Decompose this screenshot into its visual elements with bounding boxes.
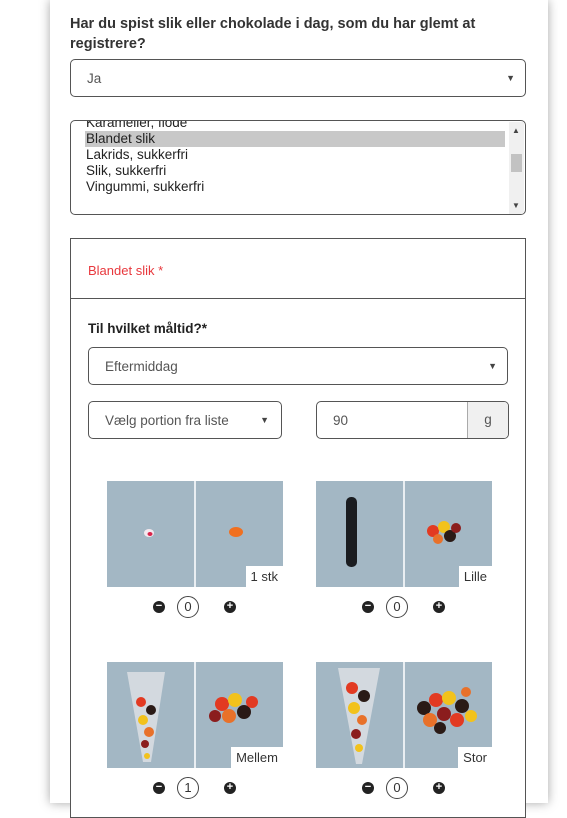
photo-divider (194, 481, 196, 587)
portion-photo[interactable]: Mellem (107, 662, 283, 768)
amount-input[interactable]: 90 g (316, 401, 509, 439)
scroll-thumb[interactable] (511, 154, 522, 172)
portion-photo[interactable]: 1 stk (107, 481, 283, 587)
meal-select-value: Eftermiddag (105, 359, 178, 374)
panel-header: Blandet slik * (71, 239, 525, 299)
panel-title: Blandet slik * (88, 263, 164, 278)
portion-card-lille[interactable]: Lille − 0 + (316, 481, 492, 618)
portion-select-value: Vælg portion fra liste (105, 413, 229, 428)
list-item[interactable]: Lakrids, sukkerfri (85, 147, 505, 163)
chevron-down-icon: ▼ (506, 73, 515, 83)
chevron-down-icon: ▼ (488, 361, 497, 371)
photo-divider (403, 662, 405, 768)
amount-unit: g (467, 402, 508, 438)
minus-icon[interactable]: − (362, 601, 374, 613)
minus-icon[interactable]: − (153, 782, 165, 794)
chevron-down-icon: ▼ (260, 415, 269, 425)
scroll-up-icon[interactable]: ▲ (512, 126, 520, 135)
quantity-stepper: − 0 + (316, 777, 492, 799)
plus-icon[interactable]: + (433, 782, 445, 794)
photo-divider (403, 481, 405, 587)
portion-size-label: Lille (458, 566, 492, 587)
portion-select[interactable]: Vælg portion fra liste ▼ (88, 401, 282, 439)
list-item[interactable]: Vingummi, sukkerfri (85, 179, 505, 195)
portion-card-mellem[interactable]: Mellem − 1 + (107, 662, 283, 799)
portion-count: 0 (386, 777, 408, 799)
portion-card-1stk[interactable]: 1 stk − 0 + (107, 481, 283, 618)
portion-size-label: 1 stk (245, 566, 283, 587)
portion-size-label: Stor (458, 747, 492, 768)
meal-label: Til hvilket måltid?* (88, 321, 208, 336)
list-item[interactable]: Slik, sukkerfri (85, 163, 505, 179)
answer-select-value: Ja (87, 71, 102, 86)
answer-select[interactable]: Ja ▼ (70, 59, 526, 97)
list-item-selected[interactable]: Blandet slik (85, 131, 505, 147)
meal-select[interactable]: Eftermiddag ▼ (88, 347, 508, 385)
minus-icon[interactable]: − (153, 601, 165, 613)
plus-icon[interactable]: + (433, 601, 445, 613)
photo-divider (194, 662, 196, 768)
portion-count: 1 (177, 777, 199, 799)
quantity-stepper: − 1 + (107, 777, 283, 799)
list-item[interactable]: Karameller, flode (85, 121, 505, 131)
plus-icon[interactable]: + (224, 782, 236, 794)
candy-listbox[interactable]: Karameller, flode Blandet slik Lakrids, … (70, 120, 526, 215)
portion-size-label: Mellem (231, 747, 283, 768)
question-text: Har du spist slik eller chokolade i dag,… (70, 16, 476, 52)
listbox-scrollbar[interactable]: ▲ ▼ (509, 122, 524, 214)
portion-count: 0 (386, 596, 408, 618)
portion-photo[interactable]: Stor (316, 662, 492, 768)
plus-icon[interactable]: + (224, 601, 236, 613)
quantity-stepper: − 0 + (316, 596, 492, 618)
amount-value: 90 (333, 413, 349, 428)
portion-card-stor[interactable]: Stor − 0 + (316, 662, 492, 799)
quantity-stepper: − 0 + (107, 596, 283, 618)
portion-photo[interactable]: Lille (316, 481, 492, 587)
portion-count: 0 (177, 596, 199, 618)
minus-icon[interactable]: − (362, 782, 374, 794)
detail-panel: Blandet slik * Til hvilket måltid?* Efte… (70, 238, 526, 818)
scroll-down-icon[interactable]: ▼ (512, 201, 520, 210)
